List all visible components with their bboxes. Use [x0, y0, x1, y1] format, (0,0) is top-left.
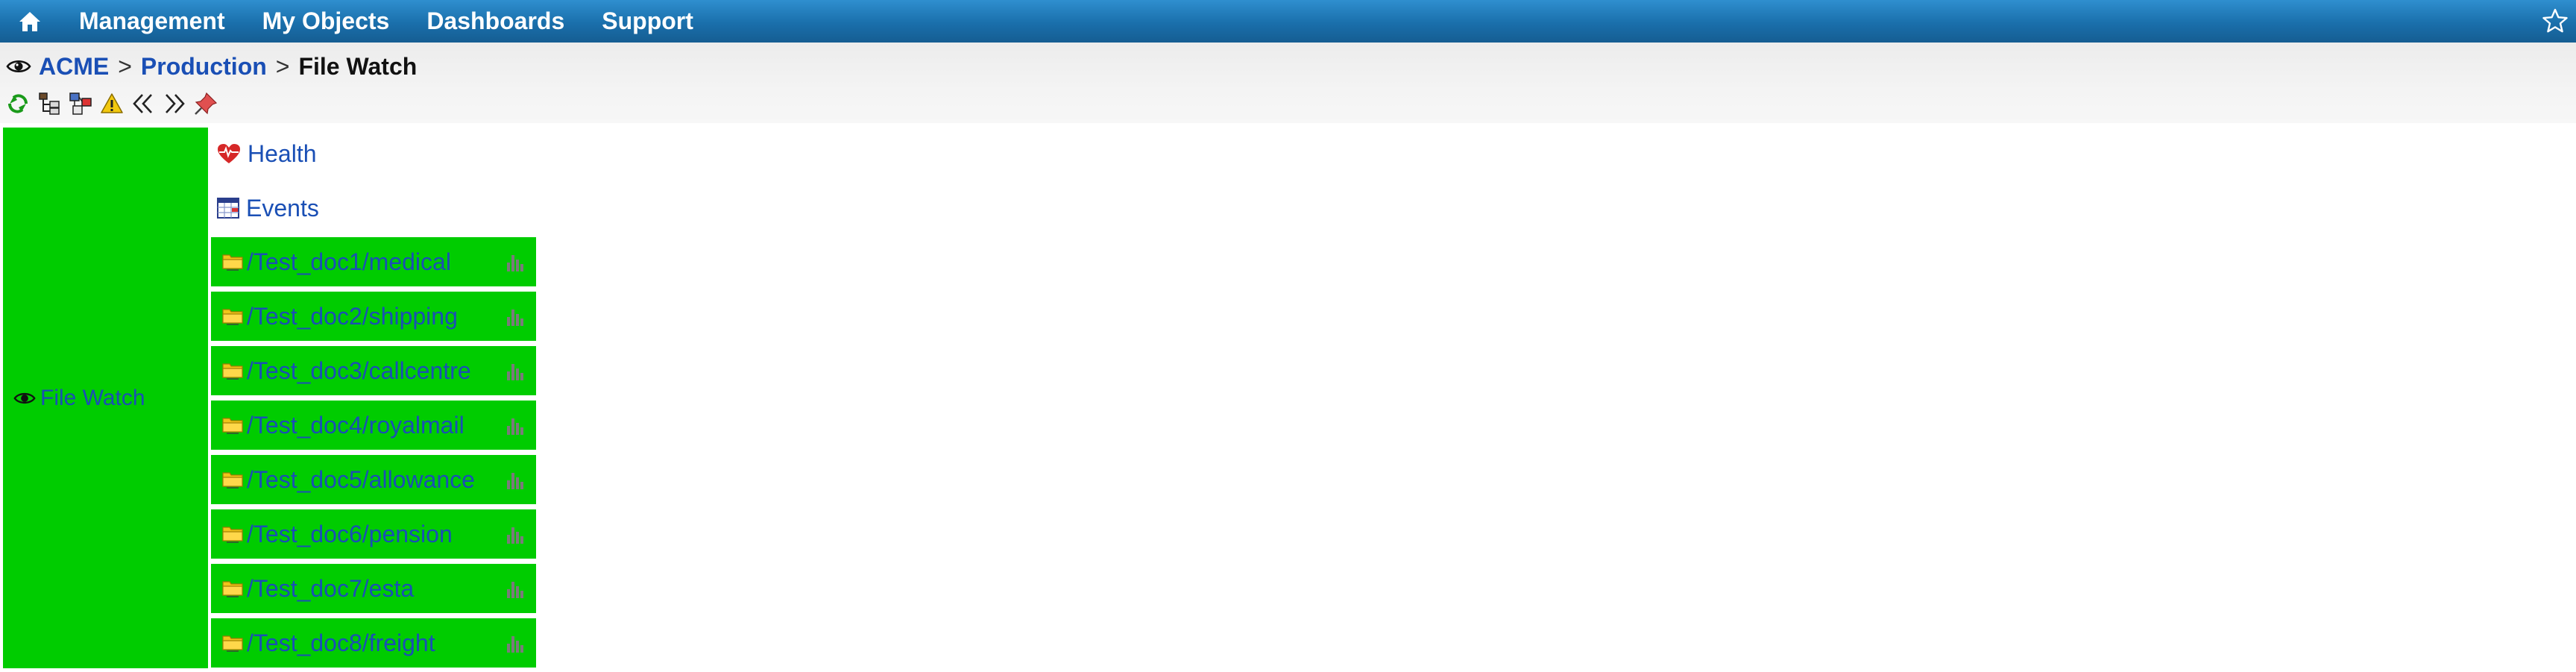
pin-icon[interactable]	[192, 90, 219, 117]
nav-management[interactable]: Management	[79, 7, 225, 35]
forward-icon[interactable]	[161, 90, 188, 117]
directory-row-8[interactable]: /Test_doc8/freight	[211, 618, 536, 668]
folder-icon	[221, 361, 244, 380]
hierarchy-icon[interactable]	[67, 90, 94, 117]
folder-icon	[221, 307, 244, 326]
breadcrumb-separator: >	[118, 52, 132, 80]
events-row[interactable]: Events	[216, 184, 319, 232]
folder-icon	[221, 579, 244, 598]
favorite-star-button[interactable]	[2542, 7, 2569, 34]
bar-chart-icon[interactable]	[505, 523, 527, 545]
home-icon	[19, 11, 40, 31]
directory-path-link[interactable]: /Test_doc8/freight	[247, 629, 505, 657]
directory-row-4[interactable]: /Test_doc4/royalmail	[211, 401, 536, 450]
eye-icon	[13, 392, 36, 403]
home-button[interactable]	[0, 0, 60, 43]
directory-path-link[interactable]: /Test_doc7/esta	[247, 575, 505, 603]
nav-dashboards[interactable]: Dashboards	[426, 7, 564, 35]
folder-icon	[221, 633, 244, 653]
file-watch-label: File Watch	[40, 385, 145, 410]
eye-icon	[6, 58, 31, 75]
tree-icon[interactable]	[36, 90, 63, 117]
folder-icon	[221, 415, 244, 435]
directory-row-3[interactable]: /Test_doc3/callcentre	[211, 346, 536, 395]
breadcrumb-current: File Watch	[298, 52, 418, 80]
directory-path-link[interactable]: /Test_doc2/shipping	[247, 303, 505, 330]
directory-row-5[interactable]: /Test_doc5/allowance	[211, 455, 536, 504]
folder-icon	[221, 470, 244, 489]
breadcrumb-separator: >	[275, 52, 290, 80]
nav-support[interactable]: Support	[602, 7, 693, 35]
directory-row-2[interactable]: /Test_doc2/shipping	[211, 292, 536, 341]
back-icon[interactable]	[130, 90, 157, 117]
file-watch-link[interactable]: File Watch	[13, 386, 145, 411]
events-link[interactable]: Events	[246, 195, 319, 222]
bar-chart-icon[interactable]	[505, 251, 527, 273]
bar-chart-icon[interactable]	[505, 632, 527, 654]
star-icon	[2542, 8, 2568, 33]
breadcrumb: ACME > Production > File Watch	[6, 50, 417, 83]
breadcrumb-acme[interactable]: ACME	[39, 53, 109, 81]
directory-path-link[interactable]: /Test_doc5/allowance	[247, 466, 505, 494]
warning-icon[interactable]	[98, 90, 125, 117]
file-watch-group-cell: File Watch	[3, 128, 208, 668]
health-link[interactable]: Health	[248, 140, 317, 168]
top-navbar: Management My Objects Dashboards Support	[0, 0, 2576, 43]
directory-path-link[interactable]: /Test_doc4/royalmail	[247, 412, 505, 439]
bar-chart-icon[interactable]	[505, 414, 527, 436]
nav-my-objects[interactable]: My Objects	[262, 7, 390, 35]
directory-row-1[interactable]: /Test_doc1/medical	[211, 237, 536, 286]
bar-chart-icon[interactable]	[505, 468, 527, 491]
directory-path-link[interactable]: /Test_doc6/pension	[247, 521, 505, 548]
toolbar	[4, 89, 224, 119]
bar-chart-icon[interactable]	[505, 577, 527, 600]
directory-path-link[interactable]: /Test_doc3/callcentre	[247, 357, 505, 385]
refresh-icon[interactable]	[4, 90, 31, 117]
directory-row-7[interactable]: /Test_doc7/esta	[211, 564, 536, 613]
calendar-icon	[217, 198, 239, 219]
heart-pulse-icon	[218, 144, 240, 163]
bar-chart-icon[interactable]	[505, 305, 527, 327]
directory-path-link[interactable]: /Test_doc1/medical	[247, 248, 505, 276]
bar-chart-icon[interactable]	[505, 359, 527, 382]
directory-row-6[interactable]: /Test_doc6/pension	[211, 509, 536, 559]
folder-icon	[221, 252, 244, 271]
folder-icon	[221, 524, 244, 544]
breadcrumb-toolbar-area: ACME > Production > File Watch	[0, 43, 2576, 123]
health-row[interactable]: Health	[216, 130, 317, 178]
breadcrumb-production[interactable]: Production	[141, 53, 267, 81]
